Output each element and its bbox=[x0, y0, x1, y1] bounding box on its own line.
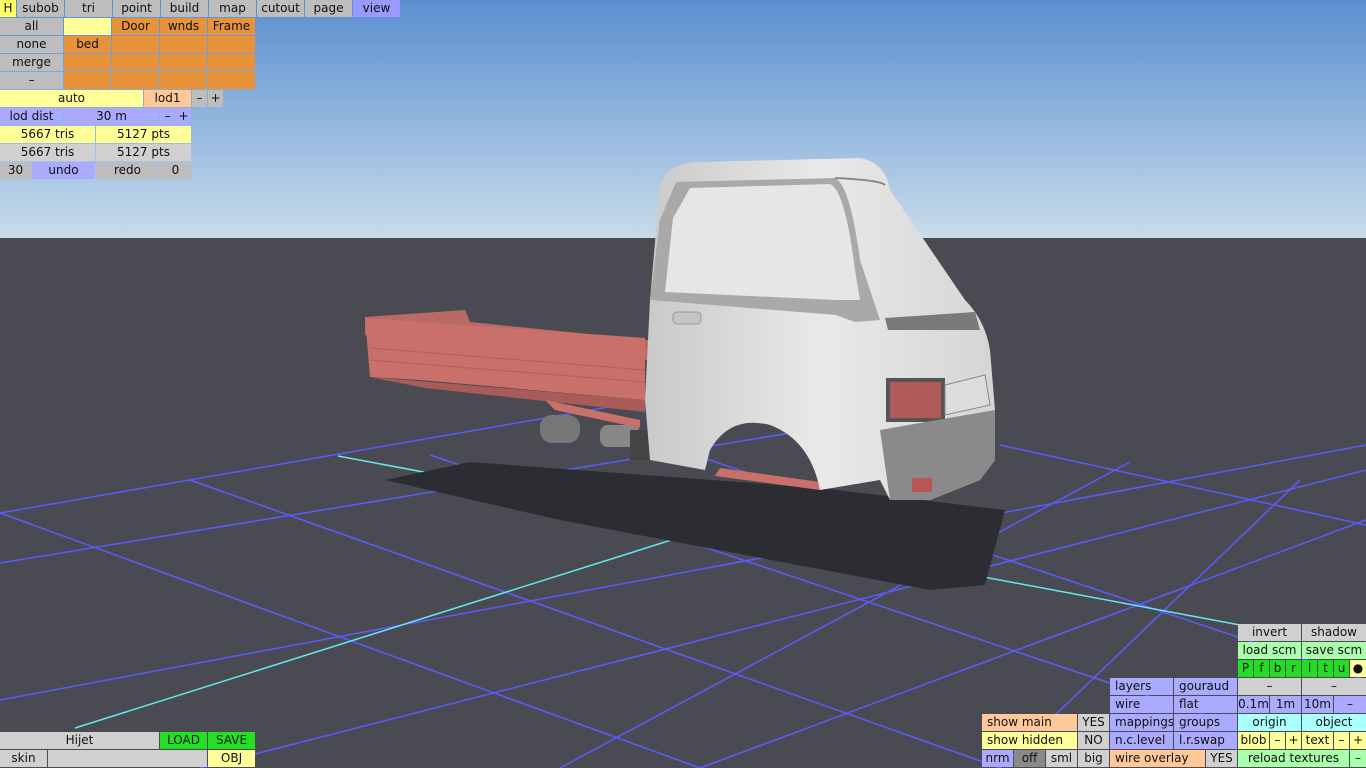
flag-p[interactable]: P bbox=[1238, 660, 1253, 677]
subobj-minus[interactable]: – bbox=[0, 72, 63, 89]
flag-l[interactable]: l bbox=[1302, 660, 1317, 677]
reload-textures-button[interactable]: reload textures bbox=[1238, 750, 1349, 767]
undo-button[interactable]: undo bbox=[32, 162, 95, 179]
lr-swap-button[interactable]: l.r.swap bbox=[1174, 732, 1237, 749]
scale-01m-button[interactable]: 0.1m bbox=[1238, 696, 1269, 713]
subobj-cell[interactable] bbox=[64, 18, 111, 35]
redo-count: 0 bbox=[160, 162, 191, 179]
shadow-button[interactable]: shadow bbox=[1302, 624, 1366, 641]
blob-plus-button[interactable]: + bbox=[1286, 732, 1301, 749]
origin-button[interactable]: origin bbox=[1238, 714, 1301, 731]
groups-button[interactable]: groups bbox=[1174, 714, 1237, 731]
undo-count: 30 bbox=[0, 162, 31, 179]
subobj-frame[interactable]: Frame bbox=[208, 18, 255, 35]
subobj-cell[interactable] bbox=[208, 72, 255, 89]
subobj-cell[interactable] bbox=[160, 72, 207, 89]
flag-b[interactable]: b bbox=[1270, 660, 1285, 677]
scale-1m-button[interactable]: 1m bbox=[1270, 696, 1301, 713]
subobj-cell[interactable] bbox=[208, 54, 255, 71]
size-off-button[interactable]: off bbox=[1014, 750, 1045, 767]
show-main-value[interactable]: YES bbox=[1078, 714, 1109, 731]
flag-t[interactable]: t bbox=[1318, 660, 1333, 677]
menu-point[interactable]: point bbox=[113, 0, 160, 17]
subobj-door[interactable]: Door bbox=[112, 18, 159, 35]
text-button[interactable]: text bbox=[1302, 732, 1333, 749]
subobj-cell[interactable] bbox=[64, 72, 111, 89]
size-nrm-button[interactable]: nrm bbox=[982, 750, 1013, 767]
flag-u[interactable]: u bbox=[1334, 660, 1349, 677]
subobj-cell[interactable] bbox=[160, 36, 207, 53]
size-sml-button[interactable]: sml bbox=[1046, 750, 1077, 767]
subobj-bed[interactable]: bed bbox=[64, 36, 111, 53]
nc-level-button[interactable]: n.c.level bbox=[1110, 732, 1173, 749]
subobj-cell[interactable] bbox=[112, 54, 159, 71]
lod-level[interactable]: lod1 bbox=[144, 90, 191, 107]
text-plus-button[interactable]: + bbox=[1350, 732, 1366, 749]
viewport-3d[interactable] bbox=[0, 0, 1366, 768]
menu-page[interactable]: page bbox=[305, 0, 352, 17]
subobj-none[interactable]: none bbox=[0, 36, 63, 53]
flag-f[interactable]: f bbox=[1254, 660, 1269, 677]
show-main-button[interactable]: show main bbox=[982, 714, 1077, 731]
reload-minus-button[interactable]: – bbox=[1350, 750, 1366, 767]
subobj-cell[interactable] bbox=[208, 36, 255, 53]
subobj-merge[interactable]: merge bbox=[0, 54, 63, 71]
subobj-all[interactable]: all bbox=[0, 18, 63, 35]
minus-button[interactable]: – bbox=[1302, 678, 1366, 695]
redo-button[interactable]: redo bbox=[96, 162, 159, 179]
subobj-wnds[interactable]: wnds bbox=[160, 18, 207, 35]
wire-overlay-value[interactable]: YES bbox=[1206, 750, 1237, 767]
lod-plus-button[interactable]: + bbox=[208, 90, 223, 107]
obj-button[interactable]: OBJ bbox=[208, 750, 255, 767]
mappings-button[interactable]: mappings bbox=[1110, 714, 1173, 731]
blob-minus-button[interactable]: – bbox=[1270, 732, 1285, 749]
layers-button[interactable]: layers bbox=[1110, 678, 1173, 695]
object-button[interactable]: object bbox=[1302, 714, 1366, 731]
menu-map[interactable]: map bbox=[209, 0, 256, 17]
menu-cutout[interactable]: cutout bbox=[257, 0, 304, 17]
menu-tri[interactable]: tri bbox=[65, 0, 112, 17]
lod-auto-button[interactable]: auto bbox=[0, 90, 143, 107]
load-scm-button[interactable]: load scm bbox=[1238, 642, 1301, 659]
flag-r[interactable]: r bbox=[1286, 660, 1301, 677]
scale-minus-button[interactable]: – bbox=[1334, 696, 1366, 713]
minus-button[interactable]: – bbox=[1238, 678, 1301, 695]
lod-minus-button[interactable]: – bbox=[192, 90, 207, 107]
scale-10m-button[interactable]: 10m bbox=[1302, 696, 1333, 713]
menu-view[interactable]: view bbox=[353, 0, 400, 17]
show-hidden-button[interactable]: show hidden bbox=[982, 732, 1077, 749]
tri-count-total: 5667 tris bbox=[0, 144, 95, 161]
lod-dist-label: lod dist bbox=[0, 108, 63, 125]
skin-field[interactable] bbox=[48, 750, 207, 767]
load-button[interactable]: LOAD bbox=[160, 732, 207, 749]
model-name-field[interactable]: Hijet bbox=[0, 732, 159, 749]
skin-label: skin bbox=[0, 750, 47, 767]
subobj-cell[interactable] bbox=[112, 72, 159, 89]
show-hidden-value[interactable]: NO bbox=[1078, 732, 1109, 749]
flag-dot[interactable]: ● bbox=[1350, 660, 1366, 677]
point-count-total: 5127 pts bbox=[96, 144, 191, 161]
lod-dist-value[interactable]: 30 m bbox=[64, 108, 159, 125]
h-button[interactable]: H bbox=[0, 0, 16, 17]
menu-subob[interactable]: subob bbox=[17, 0, 64, 17]
wire-overlay-button[interactable]: wire overlay bbox=[1110, 750, 1205, 767]
text-minus-button[interactable]: – bbox=[1334, 732, 1349, 749]
subobj-cell[interactable] bbox=[112, 36, 159, 53]
tri-count: 5667 tris bbox=[0, 126, 95, 143]
subobj-cell[interactable] bbox=[160, 54, 207, 71]
flat-button[interactable]: flat bbox=[1174, 696, 1237, 713]
save-scm-button[interactable]: save scm bbox=[1302, 642, 1366, 659]
lod-dist-minus-button[interactable]: – bbox=[160, 108, 175, 125]
size-big-button[interactable]: big bbox=[1078, 750, 1109, 767]
blob-button[interactable]: blob bbox=[1238, 732, 1269, 749]
subobj-cell[interactable] bbox=[64, 54, 111, 71]
menu-build[interactable]: build bbox=[161, 0, 208, 17]
wire-button[interactable]: wire bbox=[1110, 696, 1173, 713]
invert-button[interactable]: invert bbox=[1238, 624, 1301, 641]
save-button[interactable]: SAVE bbox=[208, 732, 255, 749]
lod-dist-plus-button[interactable]: + bbox=[176, 108, 191, 125]
gouraud-button[interactable]: gouraud bbox=[1174, 678, 1237, 695]
point-count: 5127 pts bbox=[96, 126, 191, 143]
